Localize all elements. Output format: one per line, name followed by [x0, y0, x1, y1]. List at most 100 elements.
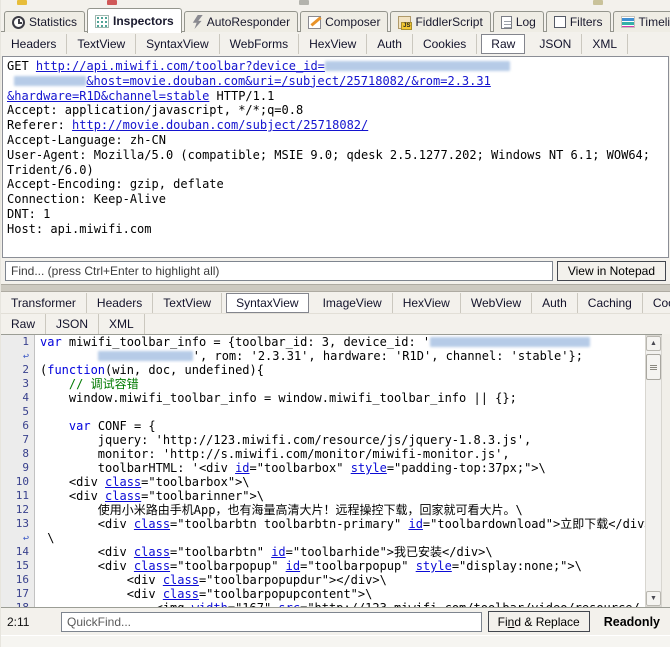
response-tab-webview[interactable]: WebView: [461, 293, 532, 313]
response-tab-transformer[interactable]: Transformer: [1, 293, 87, 313]
text-segment: Referer:: [7, 118, 72, 132]
text-segment: ="display:none;">\: [452, 559, 582, 573]
view-in-notepad-button[interactable]: View in Notepad: [557, 261, 666, 281]
request-tab-cookies[interactable]: Cookies: [413, 34, 477, 54]
inspectors-icon: [95, 15, 109, 28]
find-and-replace-button[interactable]: Find & Replace: [488, 611, 590, 632]
line-number: 7: [1, 433, 35, 447]
code-line: 16 <div class="toolbarpopupdur"></div>\: [1, 573, 645, 587]
code-area[interactable]: 1var miwifi_toolbar_info = {toolbar_id: …: [1, 335, 645, 607]
scrollbar-thumb[interactable]: [646, 354, 661, 380]
response-tab-headers[interactable]: Headers: [87, 293, 153, 313]
code-line-text: \: [35, 531, 645, 545]
tab-label: Composer: [325, 15, 380, 29]
request-header-line: Trident/6.0): [7, 163, 664, 178]
response-tab-hexview[interactable]: HexView: [393, 293, 461, 313]
find-input[interactable]: [5, 261, 553, 281]
code-line: ↩ ', rom: '2.3.31', hardware: 'R1D', cha…: [1, 349, 645, 363]
text-segment: http://movie.douban.com/subject/25718082…: [72, 118, 368, 132]
request-tab-headers[interactable]: Headers: [1, 34, 67, 54]
code-line: 4 window.miwifi_toolbar_info = window.mi…: [1, 391, 645, 405]
request-tab-syntaxview[interactable]: SyntaxView: [136, 34, 219, 54]
text-segment: ="toolbarpopupdur"></div>\: [199, 573, 387, 587]
text-segment: var: [40, 335, 62, 349]
cursor-position: 2:11: [7, 615, 55, 629]
scroll-up-arrow-icon[interactable]: ▲: [646, 336, 661, 351]
request-header-line: Host: api.miwifi.com: [7, 222, 664, 237]
request-tab-auth[interactable]: Auth: [367, 34, 413, 54]
text-segment: jquery: 'http://123.miwifi.com/resource/…: [40, 433, 531, 447]
tab-autoresponder[interactable]: AutoResponder: [184, 11, 298, 32]
line-wrap-icon: ↩: [23, 351, 29, 362]
code-line: 7 jquery: 'http://123.miwifi.com/resourc…: [1, 433, 645, 447]
request-header-line: &host=movie.douban.com&uri=/subject/2571…: [7, 74, 664, 89]
text-segment: ="toolbardownload">立即下载</div>: [423, 517, 645, 531]
code-line-text: <div class="toolbarbtn toolbarbtn-primar…: [35, 517, 645, 531]
text-segment: style: [351, 461, 387, 475]
line-number: 16: [1, 573, 35, 587]
text-segment: [40, 377, 69, 391]
line-number: 5: [1, 405, 35, 419]
editor-status-bar: 2:11 Find & Replace Readonly: [1, 607, 670, 635]
response-inspector-tabs-row1: TransformerHeadersTextViewSyntaxViewImag…: [1, 292, 670, 314]
response-tab-auth[interactable]: Auth: [532, 293, 578, 313]
response-tab-syntaxview[interactable]: SyntaxView: [226, 293, 308, 313]
text-segment: id: [271, 545, 285, 559]
text-segment: Trident/6.0): [7, 163, 94, 177]
request-tab-json[interactable]: JSON: [529, 34, 582, 54]
response-tab-xml[interactable]: XML: [99, 314, 145, 334]
request-tab-hexview[interactable]: HexView: [299, 34, 367, 54]
find-replace-label: d & Replace: [514, 615, 579, 629]
text-segment: miwifi_toolbar_info = {toolbar_id: 3, de…: [62, 335, 430, 349]
compose-icon: [308, 16, 321, 29]
text-segment: class: [105, 475, 141, 489]
log-document-icon: [501, 16, 512, 29]
quickfind-input[interactable]: [61, 612, 482, 632]
code-line: 13 <div class="toolbarbtn toolbarbtn-pri…: [1, 517, 645, 531]
code-line: 8 monitor: 'http://s.miwifi.com/monitor/…: [1, 447, 645, 461]
code-line-text: var miwifi_toolbar_info = {toolbar_id: 3…: [35, 335, 645, 349]
text-segment: [40, 349, 98, 363]
tab-composer[interactable]: Composer: [300, 11, 388, 32]
request-tab-webforms[interactable]: WebForms: [220, 34, 299, 54]
text-segment: class: [134, 545, 170, 559]
tab-fiddlerscript[interactable]: FiddlerScript: [390, 11, 490, 32]
code-line: 6 var CONF = {: [1, 419, 645, 433]
line-wrap-icon: ↩: [1, 349, 35, 363]
text-segment: toolbarHTML: '<div: [40, 461, 235, 475]
timeline-bars-icon: [621, 16, 635, 28]
tab-timeline[interactable]: Timeline: [613, 11, 670, 32]
request-tab-xml[interactable]: XML: [582, 34, 628, 54]
text-segment: (win, doc, undefined){: [105, 363, 264, 377]
text-segment: monitor: 'http://s.miwifi.com/monitor/mi…: [40, 447, 510, 461]
window-bottom-edge: [1, 635, 670, 647]
tab-inspectors[interactable]: Inspectors: [87, 8, 182, 33]
text-segment: class: [134, 517, 170, 531]
line-number: 6: [1, 419, 35, 433]
text-segment: id: [235, 461, 249, 475]
response-tab-imageview[interactable]: ImageView: [313, 293, 393, 313]
text-segment: Host: api.miwifi.com: [7, 222, 152, 236]
response-tab-caching[interactable]: Caching: [578, 293, 643, 313]
response-tab-cookies[interactable]: Cookies: [643, 293, 670, 313]
request-raw-view[interactable]: GET http://api.miwifi.com/toolbar?device…: [2, 56, 669, 258]
text-segment: id: [286, 559, 300, 573]
text-segment: <div: [40, 587, 163, 601]
response-tab-raw[interactable]: Raw: [1, 314, 46, 334]
redacted-value: [98, 351, 193, 361]
tab-filters[interactable]: Filters: [546, 11, 611, 32]
editor-vertical-scrollbar[interactable]: ▲ ▼: [645, 335, 662, 607]
request-tab-textview[interactable]: TextView: [67, 34, 136, 54]
panel-splitter[interactable]: [1, 284, 670, 292]
tab-statistics[interactable]: Statistics: [4, 11, 85, 32]
scroll-down-arrow-icon[interactable]: ▼: [646, 591, 661, 606]
response-tab-textview[interactable]: TextView: [153, 293, 222, 313]
tab-log[interactable]: Log: [493, 11, 544, 32]
readonly-indicator: Readonly: [604, 615, 660, 629]
response-tab-json[interactable]: JSON: [46, 314, 99, 334]
toolbar-fragment: [107, 0, 117, 5]
text-segment: ="toolbarbox": [250, 461, 351, 475]
text-segment: <div: [40, 517, 134, 531]
request-tab-raw[interactable]: Raw: [481, 34, 525, 54]
response-inspector-tabs-row2: RawJSONXML: [1, 314, 670, 334]
